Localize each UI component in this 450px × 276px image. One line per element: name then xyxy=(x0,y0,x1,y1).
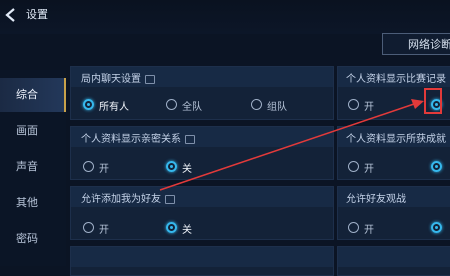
annotation-arrow xyxy=(159,99,424,191)
